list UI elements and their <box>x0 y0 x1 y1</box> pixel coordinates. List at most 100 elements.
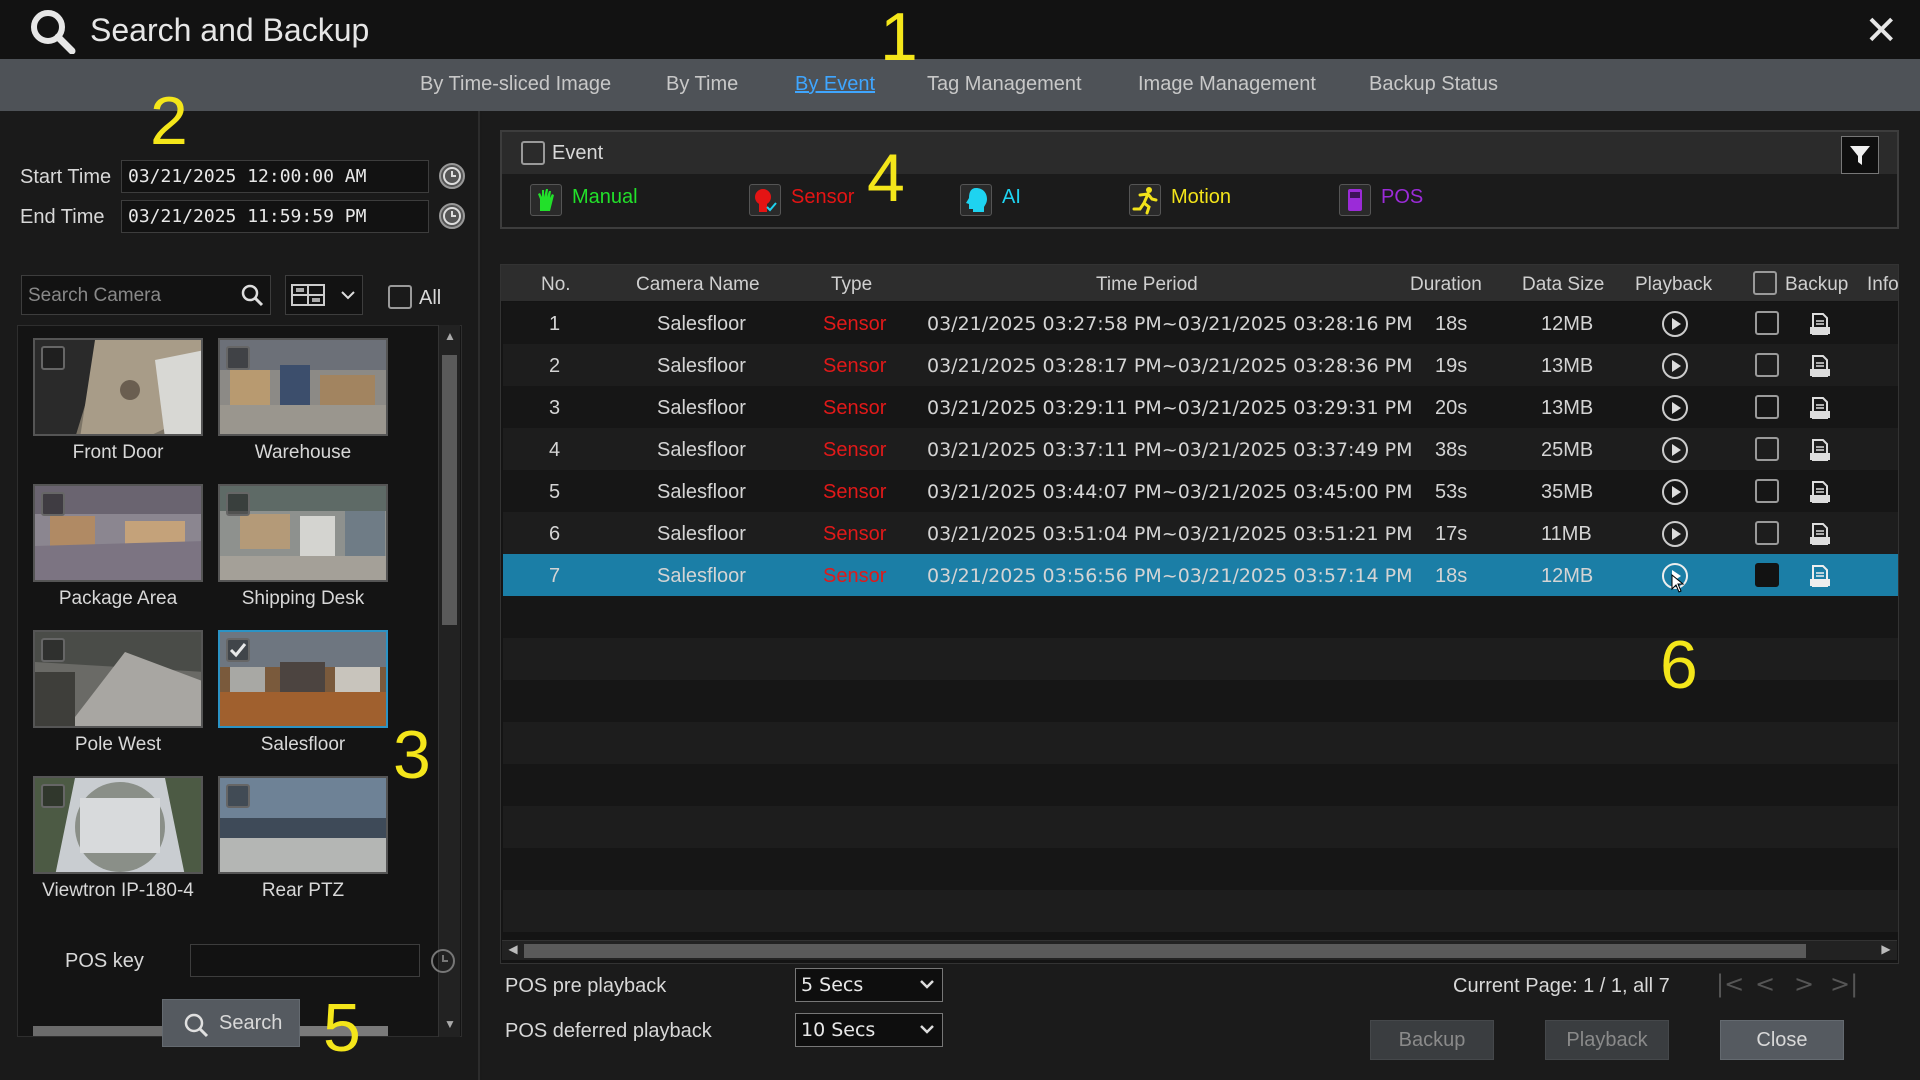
clock-icon[interactable] <box>438 162 466 190</box>
column-header-type[interactable]: Type <box>831 274 872 296</box>
event-checkbox[interactable] <box>521 141 545 165</box>
manual-event-icon[interactable] <box>530 184 562 216</box>
close-icon[interactable]: ✕ <box>1864 8 1898 54</box>
scroll-up-icon[interactable]: ▲ <box>441 329 459 345</box>
next-page-icon[interactable]: > <box>1794 970 1814 998</box>
table-row[interactable]: 4 Salesfloor Sensor 03/21/2025 03:37:11 … <box>503 428 1898 470</box>
play-icon[interactable] <box>1661 520 1689 548</box>
search-icon[interactable] <box>240 283 264 307</box>
camera-checkbox[interactable] <box>41 638 65 662</box>
backup-select-all-checkbox[interactable] <box>1753 271 1777 295</box>
camera-view-select[interactable] <box>285 275 363 315</box>
camera-thumbnail[interactable] <box>218 630 388 728</box>
camera-thumbnail[interactable] <box>33 338 203 436</box>
column-header-data-size[interactable]: Data Size <box>1522 274 1604 296</box>
play-icon[interactable] <box>1661 352 1689 380</box>
column-header-playback[interactable]: Playback <box>1635 274 1712 296</box>
tab-by-event[interactable]: By Event <box>795 73 875 96</box>
event-type-motion[interactable]: Motion <box>1171 186 1231 209</box>
camera-checkbox[interactable] <box>226 492 250 516</box>
column-header-no[interactable]: No. <box>541 274 571 296</box>
row-backup-checkbox[interactable] <box>1755 353 1779 377</box>
backup-icon[interactable] <box>1807 563 1833 589</box>
camera-tile-pole-west[interactable]: Pole West <box>33 630 203 756</box>
table-row[interactable]: 6 Salesfloor Sensor 03/21/2025 03:51:04 … <box>503 512 1898 554</box>
all-cameras-checkbox[interactable] <box>388 285 412 309</box>
backup-icon[interactable] <box>1807 395 1833 421</box>
camera-tile-salesfloor[interactable]: Salesfloor <box>218 630 388 756</box>
camera-tile-package-area[interactable]: Package Area <box>33 484 203 610</box>
motion-event-icon[interactable] <box>1129 184 1161 216</box>
camera-grid-scrollbar[interactable]: ▲ ▼ <box>438 325 460 1037</box>
column-header-duration[interactable]: Duration <box>1410 274 1482 296</box>
backup-button[interactable]: Backup <box>1370 1020 1494 1060</box>
sensor-event-icon[interactable] <box>749 184 781 216</box>
backup-icon[interactable] <box>1807 311 1833 337</box>
row-backup-checkbox[interactable] <box>1755 479 1779 503</box>
camera-checkbox[interactable] <box>226 784 250 808</box>
pos-pre-playback-select[interactable]: 5 Secs <box>795 968 943 1002</box>
camera-tile-warehouse[interactable]: Warehouse <box>218 338 388 464</box>
table-row[interactable]: 5 Salesfloor Sensor 03/21/2025 03:44:07 … <box>503 470 1898 512</box>
end-time-input[interactable]: 03/21/2025 11:59:59 PM <box>121 200 429 233</box>
search-camera-input[interactable]: Search Camera <box>21 275 271 315</box>
table-row[interactable]: 2 Salesfloor Sensor 03/21/2025 03:28:17 … <box>503 344 1898 386</box>
table-row[interactable]: 1 Salesfloor Sensor 03/21/2025 03:27:58 … <box>503 302 1898 344</box>
backup-icon[interactable] <box>1807 353 1833 379</box>
table-horizontal-scrollbar[interactable]: ◀ ▶ <box>502 940 1897 960</box>
camera-thumbnail[interactable] <box>218 776 388 874</box>
event-type-manual[interactable]: Manual <box>572 186 638 209</box>
event-type-pos[interactable]: POS <box>1381 186 1423 209</box>
event-type-ai[interactable]: AI <box>1002 186 1021 209</box>
tab-by-time-sliced-image[interactable]: By Time-sliced Image <box>420 73 611 96</box>
pos-event-icon[interactable] <box>1339 184 1371 216</box>
row-backup-checkbox[interactable] <box>1755 521 1779 545</box>
camera-thumbnail[interactable] <box>33 776 203 874</box>
play-icon[interactable] <box>1661 436 1689 464</box>
scroll-right-icon[interactable]: ▶ <box>1877 942 1895 960</box>
camera-checkbox[interactable] <box>41 346 65 370</box>
table-row-selected[interactable]: 7 Salesfloor Sensor 03/21/2025 03:56:56 … <box>503 554 1898 596</box>
row-backup-checkbox[interactable] <box>1755 437 1779 461</box>
clock-icon[interactable] <box>438 202 466 230</box>
camera-tile-viewtron-ip-180-4[interactable]: Viewtron IP-180-4 <box>33 776 203 902</box>
camera-checkbox[interactable] <box>41 784 65 808</box>
close-button[interactable]: Close <box>1720 1020 1844 1060</box>
camera-thumbnail[interactable] <box>218 484 388 582</box>
camera-checkbox[interactable] <box>41 492 65 516</box>
scrollbar-thumb[interactable] <box>442 355 457 625</box>
play-icon[interactable] <box>1661 478 1689 506</box>
tab-backup-status[interactable]: Backup Status <box>1369 73 1498 96</box>
tab-tag-management[interactable]: Tag Management <box>927 73 1082 96</box>
clock-icon[interactable] <box>429 947 457 975</box>
event-type-sensor[interactable]: Sensor <box>791 186 854 209</box>
ai-event-icon[interactable] <box>960 184 992 216</box>
row-backup-checkbox[interactable] <box>1755 563 1779 587</box>
row-backup-checkbox[interactable] <box>1755 395 1779 419</box>
search-button[interactable]: Search <box>162 999 300 1047</box>
column-header-camera-name[interactable]: Camera Name <box>636 274 760 296</box>
backup-icon[interactable] <box>1807 521 1833 547</box>
tab-image-management[interactable]: Image Management <box>1138 73 1316 96</box>
table-row[interactable]: 3 Salesfloor Sensor 03/21/2025 03:29:11 … <box>503 386 1898 428</box>
scroll-down-icon[interactable]: ▼ <box>441 1017 459 1033</box>
column-header-info[interactable]: Info <box>1867 274 1898 296</box>
scroll-left-icon[interactable]: ◀ <box>504 942 522 960</box>
pos-key-input[interactable] <box>190 944 420 977</box>
camera-tile-rear-ptz[interactable]: Rear PTZ <box>218 776 388 902</box>
filter-button[interactable] <box>1841 136 1879 174</box>
first-page-icon[interactable]: |< <box>1716 970 1744 998</box>
column-header-time-period[interactable]: Time Period <box>1096 274 1198 296</box>
backup-icon[interactable] <box>1807 479 1833 505</box>
camera-checkbox-checked[interactable] <box>226 638 250 662</box>
tab-by-time[interactable]: By Time <box>666 73 738 96</box>
backup-icon[interactable] <box>1807 437 1833 463</box>
camera-thumbnail[interactable] <box>33 484 203 582</box>
column-header-backup[interactable]: Backup <box>1785 274 1848 296</box>
last-page-icon[interactable]: >| <box>1830 970 1858 998</box>
camera-tile-front-door[interactable]: Front Door <box>33 338 203 464</box>
start-time-input[interactable]: 03/21/2025 12:00:00 AM <box>121 160 429 193</box>
camera-thumbnail[interactable] <box>33 630 203 728</box>
row-backup-checkbox[interactable] <box>1755 311 1779 335</box>
camera-checkbox[interactable] <box>226 346 250 370</box>
